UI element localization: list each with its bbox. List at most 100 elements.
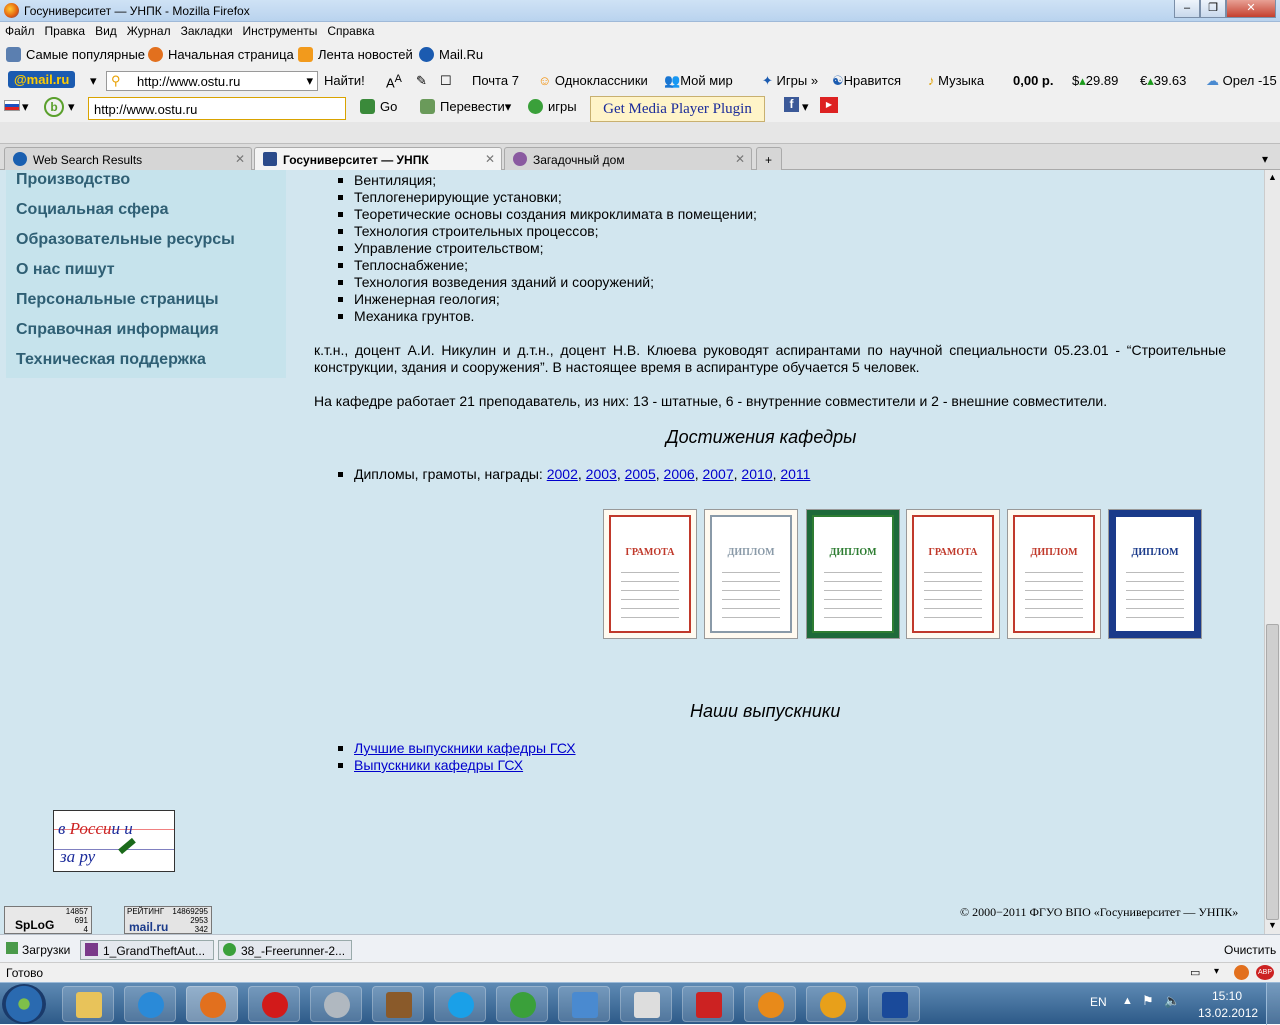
sidebar-item-reference[interactable]: Справочная информация: [16, 321, 219, 339]
scroll-thumb[interactable]: [1266, 624, 1279, 920]
diploma-thumbnail[interactable]: ДИПЛОМ: [806, 509, 900, 639]
like-button[interactable]: ☯Нравится: [832, 73, 901, 89]
menu-tools[interactable]: Инструменты: [238, 22, 323, 38]
mailru-search-input[interactable]: ⚲ http://www.ostu.ru ▾: [106, 71, 318, 91]
go-button[interactable]: Go: [360, 99, 397, 114]
taskbar-game[interactable]: [372, 986, 424, 1022]
eur-rate[interactable]: €▴39.63: [1140, 73, 1186, 89]
close-tab-icon[interactable]: ✕: [735, 152, 745, 166]
taskbar-explorer[interactable]: [62, 986, 114, 1022]
music-button[interactable]: ♪ Музыка: [928, 73, 984, 88]
clock-time[interactable]: 15:10: [1212, 989, 1242, 1003]
year-link-2010[interactable]: 2010: [741, 466, 772, 482]
diploma-thumbnail[interactable]: ГРАМОТА: [603, 509, 697, 639]
bookmark-popular[interactable]: Самые популярные: [6, 47, 145, 62]
downloads-button[interactable]: Загрузки: [2, 940, 76, 960]
find-on-page-icon[interactable]: ☐: [440, 73, 452, 89]
close-button[interactable]: ✕: [1226, 0, 1276, 18]
mail-button[interactable]: Почта 7: [472, 73, 519, 88]
translate-button[interactable]: Перевести▾: [420, 99, 511, 115]
bing-b-icon[interactable]: b: [44, 97, 64, 117]
chevron-down-icon[interactable]: ▾: [68, 99, 75, 115]
font-size-icon[interactable]: AA: [386, 73, 402, 90]
tray-arrow-icon[interactable]: ▲: [1122, 995, 1133, 1007]
chevron-down-icon[interactable]: ▾: [22, 99, 29, 115]
diploma-thumbnail[interactable]: ДИПЛОМ: [1007, 509, 1101, 639]
scroll-up-icon[interactable]: ▲: [1268, 172, 1277, 182]
year-link-2011[interactable]: 2011: [780, 466, 810, 482]
spylog-counter[interactable]: 14857 691 4 SpLoG: [4, 906, 92, 934]
diploma-thumbnail[interactable]: ГРАМОТА: [906, 509, 1000, 639]
language-indicator[interactable]: EN: [1090, 995, 1107, 1009]
balance-value[interactable]: 0,00 р.: [1013, 73, 1053, 88]
screen-icon[interactable]: ▭: [1190, 966, 1200, 979]
year-link-2005[interactable]: 2005: [625, 466, 656, 482]
close-tab-icon[interactable]: ✕: [235, 152, 245, 166]
menu-help[interactable]: Справка: [322, 22, 379, 38]
vertical-scrollbar[interactable]: ▲ ▼: [1264, 170, 1280, 934]
minimize-button[interactable]: ‒: [1174, 0, 1200, 18]
facebook-icon[interactable]: f: [784, 97, 799, 112]
show-desktop-button[interactable]: [1266, 983, 1280, 1025]
new-tab-button[interactable]: +: [756, 147, 782, 170]
tab-web-search[interactable]: Web Search Results ✕: [4, 147, 252, 170]
menu-view[interactable]: Вид: [90, 22, 122, 38]
address-input[interactable]: http://www.ostu.ru: [88, 97, 346, 120]
taskbar-app[interactable]: [310, 986, 362, 1022]
games-button[interactable]: игры: [528, 99, 577, 114]
close-tab-icon[interactable]: ✕: [485, 152, 495, 166]
menu-edit[interactable]: Правка: [40, 22, 91, 38]
sidebar-item-press[interactable]: О нас пишут: [16, 261, 115, 279]
chevron-down-icon[interactable]: ▾: [1214, 966, 1219, 977]
find-button[interactable]: Найти!: [324, 73, 365, 88]
taskbar-app-red[interactable]: [682, 986, 734, 1022]
clock-date[interactable]: 13.02.2012: [1198, 1006, 1258, 1020]
taskbar-ie[interactable]: [124, 986, 176, 1022]
menu-history[interactable]: Журнал: [122, 22, 176, 38]
download-item[interactable]: 1_GrandTheftAut...: [80, 940, 214, 960]
sidebar-item-support[interactable]: Техническая поддержка: [16, 351, 206, 369]
taskbar-movie-maker[interactable]: [620, 986, 672, 1022]
scroll-down-icon[interactable]: ▼: [1268, 920, 1277, 930]
bookmark-news-feed[interactable]: Лента новостей: [298, 47, 413, 62]
tab-gosuniversitet[interactable]: Госуниверситет — УНПК ✕: [254, 147, 502, 171]
download-item[interactable]: 38_-Freerunner-2...: [218, 940, 352, 960]
weather-widget[interactable]: ☁ Орел -15: [1206, 73, 1277, 89]
firefox-sync-icon[interactable]: [1234, 965, 1249, 980]
usd-rate[interactable]: $▴29.89: [1072, 73, 1118, 89]
taskbar-half-life[interactable]: [806, 986, 858, 1022]
menu-bookmarks[interactable]: Закладки: [176, 22, 238, 38]
games-button[interactable]: ✦ Игры »: [762, 73, 818, 89]
taskbar-opera[interactable]: [248, 986, 300, 1022]
highlight-icon[interactable]: ✎: [416, 73, 427, 89]
maximize-button[interactable]: ❐: [1200, 0, 1226, 18]
sidebar-item-personal[interactable]: Персональные страницы: [16, 291, 218, 309]
taskbar-music[interactable]: [558, 986, 610, 1022]
graduates-link[interactable]: Выпускники кафедры ГСХ: [354, 757, 523, 773]
tab-list-icon[interactable]: ▾: [1258, 147, 1278, 170]
my-world-button[interactable]: 👥Мой мир: [664, 73, 733, 89]
youtube-icon[interactable]: ▶: [820, 97, 838, 113]
diploma-thumbnail[interactable]: ДИПЛОМ: [1108, 509, 1202, 639]
dropdown-arrow-icon[interactable]: ▾: [90, 73, 97, 89]
year-link-2002[interactable]: 2002: [547, 466, 578, 482]
sidebar-item-production[interactable]: Производство: [16, 171, 130, 189]
taskbar-app-orange[interactable]: [744, 986, 796, 1022]
sidebar-item-education[interactable]: Образовательные ресурсы: [16, 231, 235, 249]
sidebar-item-social[interactable]: Социальная сфера: [16, 201, 169, 219]
media-player-plugin-button[interactable]: Get Media Player Plugin: [590, 96, 765, 122]
network-icon[interactable]: ⚑: [1142, 993, 1154, 1009]
mailru-logo[interactable]: @mail.ru: [8, 71, 76, 88]
year-link-2007[interactable]: 2007: [702, 466, 733, 482]
taskbar-skype[interactable]: [434, 986, 486, 1022]
start-button[interactable]: [2, 984, 46, 1024]
tab-mystery-house[interactable]: Загадочный дом ✕: [504, 147, 752, 170]
volume-icon[interactable]: 🔈: [1164, 993, 1180, 1009]
menu-file[interactable]: Файл: [0, 22, 40, 38]
taskbar-firefox[interactable]: [186, 986, 238, 1022]
odnoklassniki-button[interactable]: ☺ Одноклассники: [538, 73, 648, 88]
clear-downloads-button[interactable]: Очистить: [1218, 940, 1278, 960]
adblock-icon[interactable]: ABP: [1256, 965, 1274, 980]
chevron-down-icon[interactable]: ▾: [802, 99, 809, 115]
year-link-2003[interactable]: 2003: [586, 466, 617, 482]
